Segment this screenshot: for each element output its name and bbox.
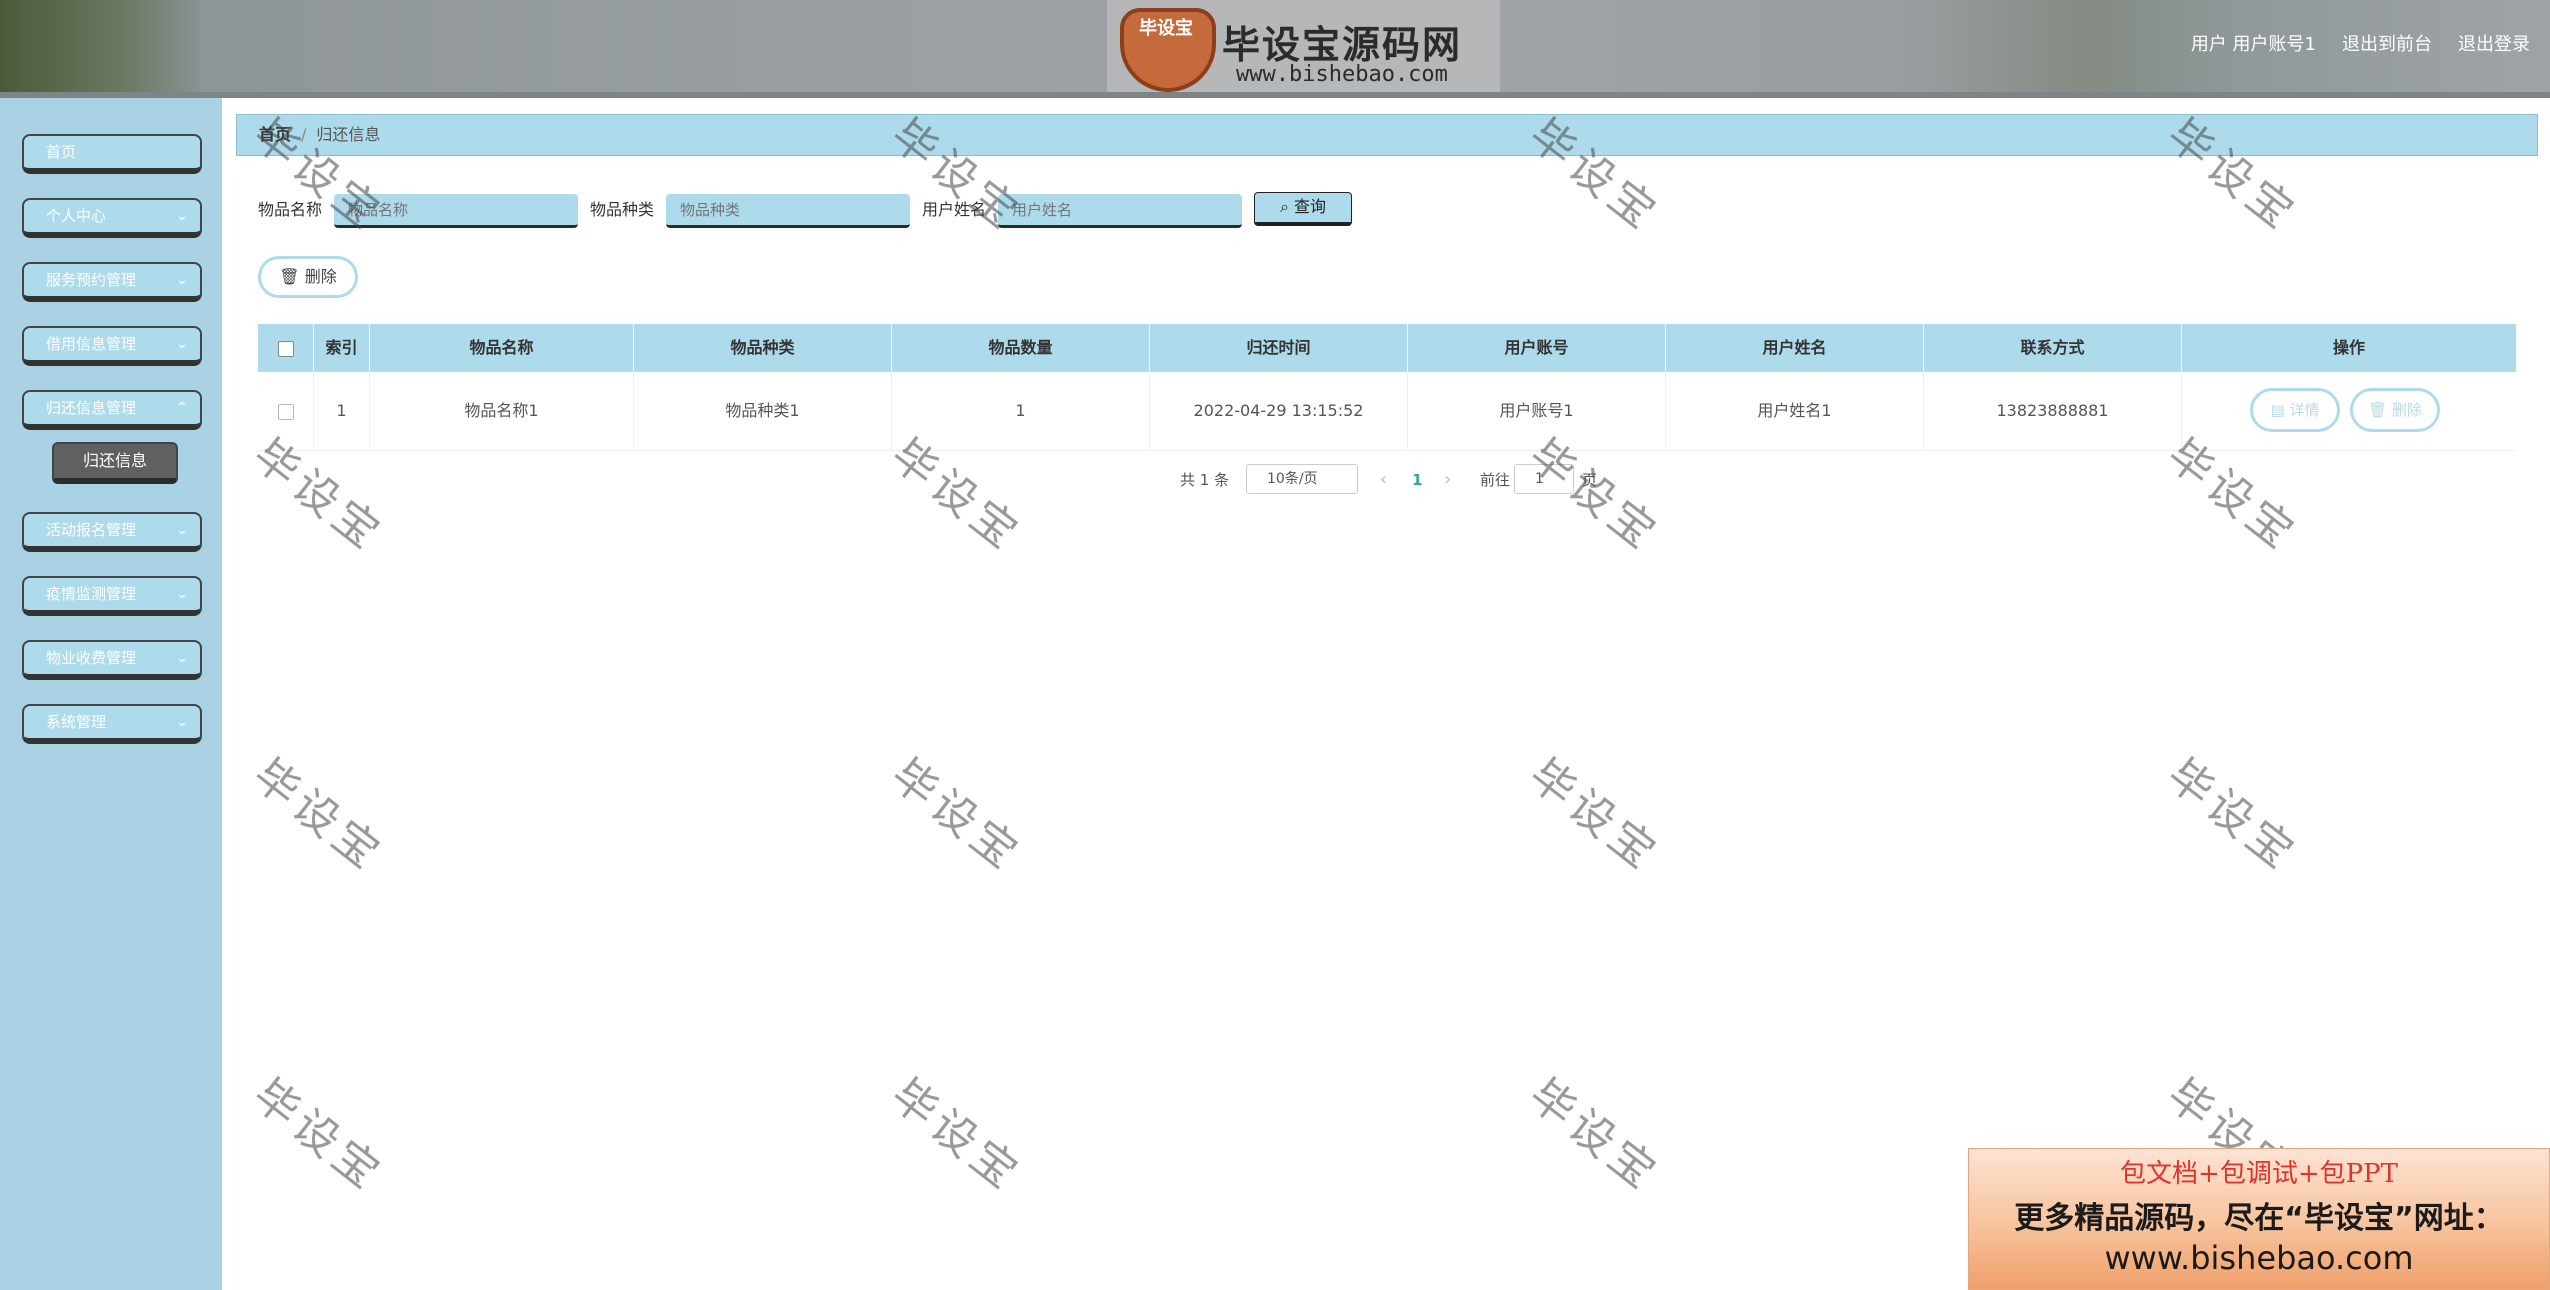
logo-url: www.bishebao.com (1236, 62, 1448, 87)
sidebar-item-label: 服务预约管理 (46, 271, 137, 289)
row-checkbox[interactable] (277, 403, 294, 420)
logo-badge-text: 毕设宝 (1139, 18, 1193, 39)
promo-banner: 包文档+包调试+包PPT 更多精品源码，尽在“毕设宝”网址： www.bishe… (1968, 1148, 2550, 1290)
goto-suffix: 页 (1582, 471, 1598, 489)
sidebar-item-property-fee[interactable]: 物业收费管理 ⌄ (22, 640, 202, 680)
front-link[interactable]: 退出到前台 (2342, 30, 2432, 56)
cell-return-time: 2022-04-29 13:15:52 (1150, 372, 1408, 450)
sidebar: 首页 个人中心 ⌄ 服务预约管理 ⌄ 借用信息管理 ⌄ 归还信息管理 ⌃ 归还信息 活动… (0, 98, 222, 1290)
detail-button[interactable]: ▤ 详情 (2250, 388, 2340, 432)
chevron-down-icon: ⌄ (176, 336, 188, 352)
sidebar-item-label: 疫情监测管理 (46, 585, 137, 603)
search-category-input[interactable] (666, 194, 910, 228)
cell-item-category: 物品种类1 (634, 372, 892, 450)
batch-delete-button[interactable]: 🗑 删除 (258, 256, 358, 298)
sidebar-item-activity[interactable]: 活动报名管理 ⌄ (22, 512, 202, 552)
column-header: 物品数量 (892, 324, 1150, 372)
logo-title: 毕设宝源码网 (1222, 23, 1463, 67)
search-user-label: 用户姓名 (922, 200, 987, 219)
next-page-icon[interactable]: › (1444, 464, 1451, 496)
sidebar-item-label: 首页 (46, 143, 77, 161)
sidebar-item-service-booking[interactable]: 服务预约管理 ⌄ (22, 262, 202, 302)
breadcrumb-current: 归还信息 (316, 125, 381, 144)
detail-button-label: 详情 (2289, 401, 2320, 419)
goto-page-input[interactable]: 1 (1514, 464, 1574, 494)
header-links: 用户 用户账号1 退出到前台 退出登录 (2191, 30, 2530, 56)
chevron-up-icon: ⌃ (176, 400, 188, 416)
cell-index: 1 (314, 372, 370, 450)
chevron-down-icon: ⌄ (176, 522, 188, 538)
chevron-down-icon: ⌄ (176, 208, 188, 224)
sidebar-item-label: 活动报名管理 (46, 521, 137, 539)
column-header: 归还时间 (1150, 324, 1408, 372)
query-button-label: 查询 (1294, 197, 1327, 216)
search-name-input[interactable] (334, 194, 578, 228)
prev-page-icon[interactable]: ‹ (1380, 464, 1387, 496)
cell-item-quantity: 1 (892, 372, 1150, 450)
sidebar-item-label: 个人中心 (46, 207, 107, 225)
cell-actions: ▤ 详情 🗑 删除 (2182, 372, 2516, 450)
column-header: 物品名称 (370, 324, 634, 372)
pagination-total: 共 1 条 (1180, 471, 1230, 489)
select-all-cell (258, 324, 314, 372)
sidebar-item-borrow[interactable]: 借用信息管理 ⌄ (22, 326, 202, 366)
cell-phone: 13823888881 (1924, 372, 2182, 450)
cell-item-name: 物品名称1 (370, 372, 634, 450)
chevron-down-icon: ⌄ (176, 272, 188, 288)
search-category-label: 物品种类 (590, 200, 655, 219)
sidebar-item-return[interactable]: 归还信息管理 ⌃ (22, 390, 202, 430)
sidebar-item-label: 归还信息管理 (46, 399, 137, 417)
delete-button-label: 删除 (304, 267, 337, 286)
user-label: 用户 用户账号1 (2190, 34, 2316, 55)
column-header: 用户账号 (1408, 324, 1666, 372)
row-delete-label: 删除 (2391, 401, 2422, 419)
sidebar-item-system[interactable]: 系统管理 ⌄ (22, 704, 202, 744)
breadcrumb-home[interactable]: 首页 (259, 125, 291, 144)
breadcrumb-separator: / (301, 125, 307, 144)
sidebar-item-label: 系统管理 (46, 713, 107, 731)
promo-line-1: 包文档+包调试+包PPT (2120, 1159, 2398, 1189)
row-delete-button[interactable]: 🗑 删除 (2350, 388, 2440, 432)
trash-icon: 🗑 (2368, 401, 2388, 419)
main-content: 首页 / 归还信息 物品名称 物品种类 用户姓名 ⌕ 查询 🗑 删除 索引 物品名称… (222, 98, 2550, 1290)
search-user-input[interactable] (998, 194, 1242, 228)
cell-user-account: 用户账号1 (1408, 372, 1666, 450)
chevron-down-icon: ⌄ (176, 650, 188, 666)
goto-label: 前往 (1480, 471, 1511, 489)
cell-user-name: 用户姓名1 (1666, 372, 1924, 450)
sidebar-item-epidemic[interactable]: 疫情监测管理 ⌄ (22, 576, 202, 616)
trash-icon: 🗑 (279, 267, 300, 286)
page-number[interactable]: 1 (1412, 464, 1422, 496)
sidebar-item-home[interactable]: 首页 (22, 134, 202, 174)
select-all-checkbox[interactable] (277, 340, 294, 357)
sidebar-subitem-return-info[interactable]: 归还信息 (52, 442, 178, 484)
column-header: 用户姓名 (1666, 324, 1924, 372)
table-row: 1 物品名称1 物品种类1 1 2022-04-29 13:15:52 用户账号… (258, 372, 2516, 451)
logout-link[interactable]: 退出登录 (2458, 30, 2530, 56)
search-icon: ⌕ (1279, 197, 1289, 216)
sidebar-item-label: 借用信息管理 (46, 335, 137, 353)
promo-url: www.bishebao.com (2104, 1239, 2414, 1277)
sidebar-item-profile[interactable]: 个人中心 ⌄ (22, 198, 202, 238)
column-header: 物品种类 (634, 324, 892, 372)
column-header: 联系方式 (1924, 324, 2182, 372)
chevron-down-icon: ⌄ (176, 714, 188, 730)
column-header: 索引 (314, 324, 370, 372)
row-select-cell (258, 372, 314, 450)
sidebar-item-label: 物业收费管理 (46, 649, 137, 667)
column-header: 操作 (2332, 338, 2365, 357)
chevron-down-icon: ⌄ (176, 586, 188, 602)
promo-line-2: 更多精品源码，尽在“毕设宝”网址： (2014, 1201, 2504, 1236)
table-header: 索引 物品名称 物品种类 物品数量 归还时间 用户账号 用户姓名 联系方式 操作 (258, 324, 2516, 372)
document-icon: ▤ (2270, 401, 2285, 419)
page-size-select[interactable]: 10条/页 (1246, 464, 1358, 494)
query-button[interactable]: ⌕ 查询 (1254, 192, 1352, 226)
search-name-label: 物品名称 (258, 200, 323, 219)
breadcrumb: 首页 / 归还信息 (236, 114, 2538, 156)
